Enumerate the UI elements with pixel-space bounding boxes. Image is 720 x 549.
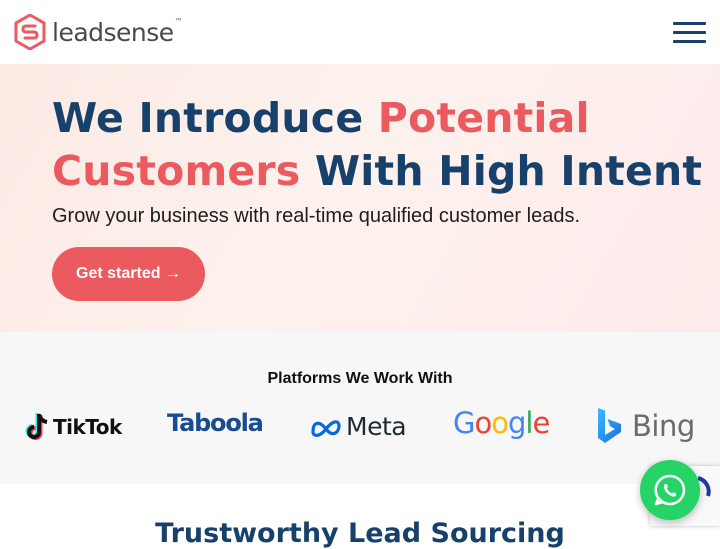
hero-subtitle: Grow your business with real-time qualif…: [52, 205, 580, 227]
platforms-title: Platforms We Work With: [267, 370, 453, 387]
brand-logo[interactable]: leadsense™: [14, 14, 183, 50]
leadsense-logo-icon: [14, 14, 46, 50]
tiktok-logo: TikTok: [24, 412, 122, 442]
hero-section: We Introduce Potential Customers With Hi…: [0, 64, 720, 332]
hero-headline: We Introduce Potential Customers With Hi…: [52, 94, 703, 195]
get-started-button[interactable]: Get started →: [52, 247, 205, 301]
meta-icon: [311, 419, 341, 437]
section-title-lead-sourcing: Trustworthy Lead Sourcing: [155, 518, 565, 549]
platforms-section: Platforms We Work With TikTok Taboola Me…: [0, 332, 720, 484]
google-logo: Google: [453, 406, 550, 440]
meta-logo: Meta: [310, 412, 407, 441]
bing-icon: [598, 408, 621, 443]
tiktok-icon: [25, 413, 48, 440]
hamburger-menu-icon[interactable]: [673, 20, 707, 46]
whatsapp-button[interactable]: [640, 460, 700, 520]
whatsapp-icon: [654, 474, 686, 506]
bing-logo: Bing: [596, 406, 695, 446]
brand-name: leadsense™: [52, 16, 183, 47]
site-header: leadsense™: [0, 0, 720, 64]
taboola-logo: Taboola: [167, 409, 264, 437]
